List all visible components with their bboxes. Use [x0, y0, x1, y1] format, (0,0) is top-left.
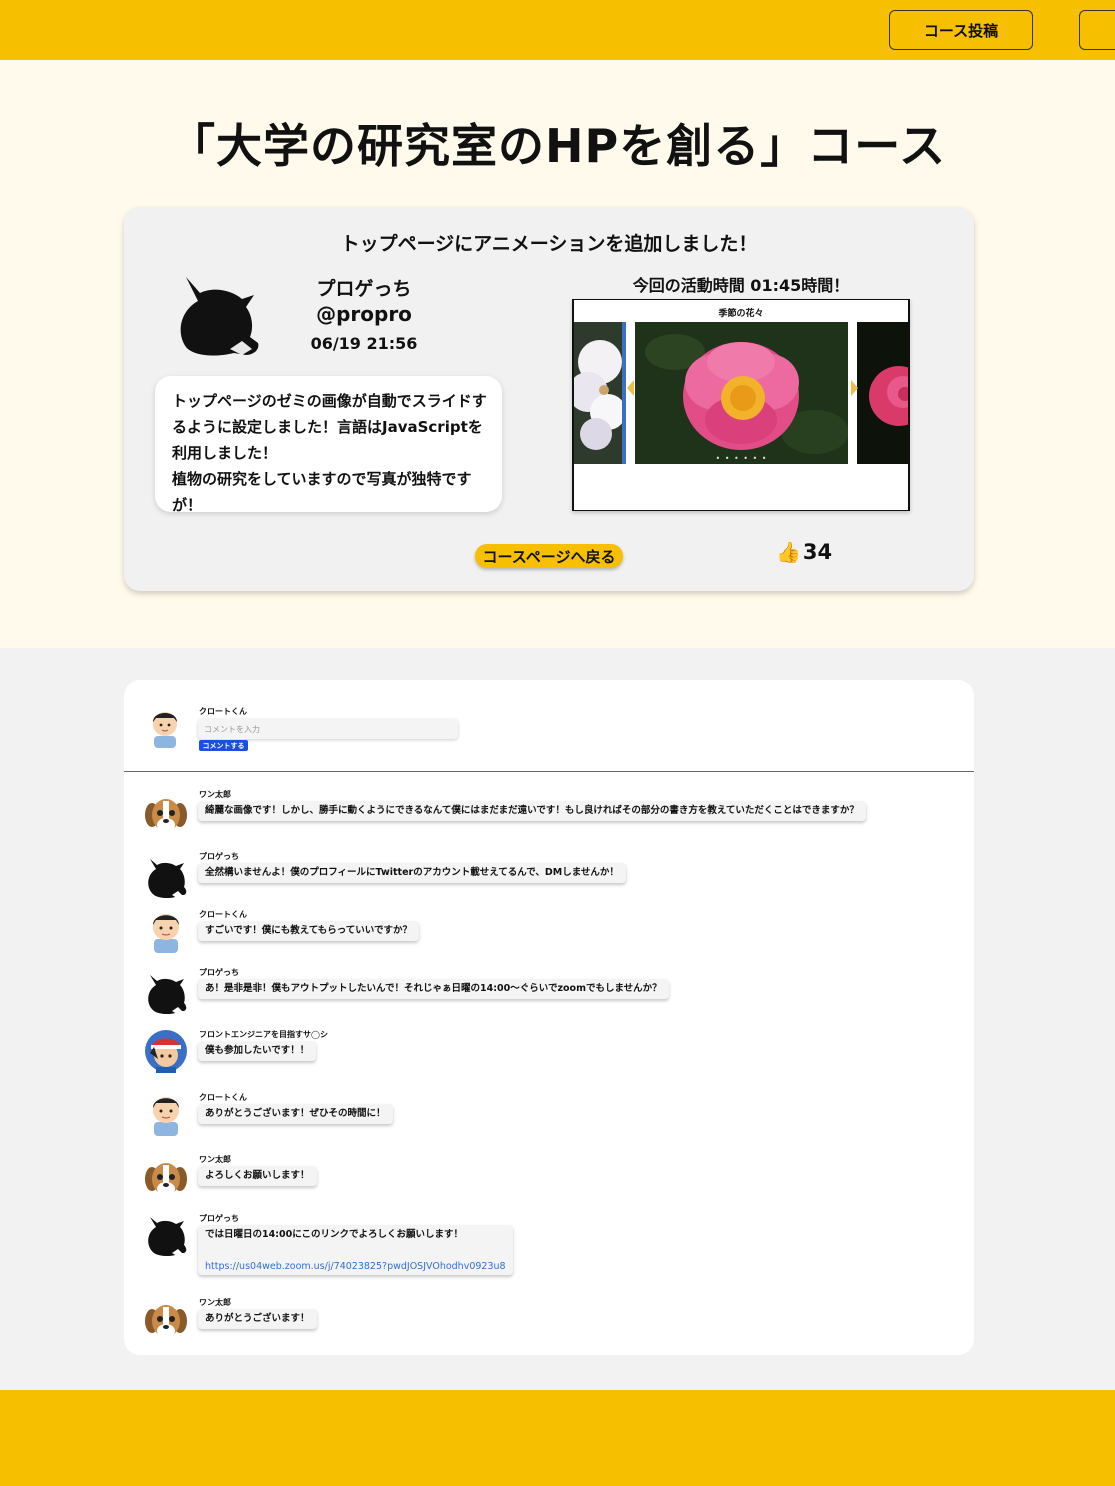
post-body: トップページのゼミの画像が自動でスライドす るように設定しました！言語はJava… [155, 376, 502, 514]
dog-avatar-icon [145, 799, 187, 832]
post-body-line: 利用しました！ [172, 444, 278, 462]
comment-author: クロートくん [199, 1093, 247, 1102]
comment-text-line: では日曜日の14:00にこのリンクでよろしくお願いします！ [205, 1229, 464, 1240]
slide-white-flower [574, 322, 626, 464]
thumbs-up-icon: 👍 [776, 540, 801, 564]
activity-time: 今回の活動時間 01:45時間！ [632, 276, 850, 295]
comment-text: よろしくお願いします！ [198, 1166, 317, 1186]
course-title: 「大学の研究室のHPを創る」コース [169, 119, 946, 173]
slider-dots[interactable]: • • • • • • [635, 454, 848, 463]
comment-author: ワン太郎 [199, 1155, 231, 1164]
cat-avatar-icon [180, 277, 259, 356]
boy-avatar-icon [153, 1097, 179, 1136]
comment-author: フロントエンジニアを目指すサ◯シ [199, 1030, 328, 1039]
slider-next-arrow-icon[interactable] [851, 380, 858, 396]
cat-avatar-icon [148, 1217, 187, 1256]
zoom-link[interactable]: https://us04web.zoom.us/j/74023825?pwdJO… [205, 1260, 506, 1274]
comment-text: ありがとうございます！ぜひその時間に！ [198, 1104, 393, 1124]
comment-text: 綺麗な画像です！しかし、勝手に動くようにできるなんて僕にはまだまだ遠いです！もし… [198, 801, 866, 821]
like-count: 34 [802, 540, 833, 564]
comment-input[interactable] [198, 719, 458, 739]
cat-avatar-icon [148, 859, 187, 898]
like-button[interactable]: 👍 34 [776, 540, 832, 564]
dog-avatar-icon [145, 1305, 187, 1338]
compose-divider [124, 771, 974, 772]
comment-author: ワン太郎 [199, 1298, 231, 1307]
boy-avatar-icon [153, 914, 179, 953]
cat-avatar-icon [148, 975, 187, 1014]
post-date: 06/19 21:56 [310, 334, 418, 353]
post-card: トップページにアニメーションを追加しました！ プロゲっち @propro 06/… [124, 207, 974, 591]
comment-text: では日曜日の14:00にこのリンクでよろしくお願いします！ https://us… [198, 1225, 513, 1275]
slide-pink-peony [635, 322, 848, 464]
post-body-line: るように設定しました！言語はJavaScriptを [172, 418, 483, 436]
image-slider[interactable]: 季節の花々 • • • • • • [572, 299, 910, 511]
post-body-line: トップページのゼミの画像が自動でスライドす [172, 392, 487, 410]
boy-avatar-icon [153, 712, 177, 748]
comments-card: クロートくん コメントする ワン太郎 綺麗な画像です！しかし、勝手に動くようにで… [124, 680, 974, 1355]
submit-comment-button[interactable]: コメントする [199, 740, 248, 751]
back-to-course-button[interactable]: コースページへ戻る [475, 544, 623, 568]
comment-author: プロゲっち [199, 1214, 239, 1223]
compose-user-name: クロートくん [199, 707, 247, 716]
header-button[interactable] [1079, 10, 1115, 50]
top-header: コース投稿 [0, 0, 1115, 60]
comment-author: ワン太郎 [199, 790, 231, 799]
post-headline: トップページにアニメーションを追加しました！ [340, 233, 758, 255]
comment-author: プロゲっち [199, 968, 239, 977]
post-body-line: 植物の研究をしていますので写真が独特ですが！ [172, 470, 472, 514]
slider-prev-arrow-icon[interactable] [627, 380, 634, 396]
comment-author: プロゲっち [199, 852, 239, 861]
cap-boy-avatar-icon [145, 1030, 187, 1073]
slider-title: 季節の花々 [718, 309, 764, 319]
author-name[interactable]: プロゲっち [274, 274, 454, 301]
comment-text: 僕も参加したいです！！ [198, 1041, 317, 1061]
comment-text: あ！是非是非！僕もアウトプットしたいんで！それじゃぁ日曜の14:00〜ぐらいでz… [198, 979, 669, 999]
comment-text: 全然構いませんよ！僕のプロフィールにTwitterのアカウント載せえてるんで、D… [198, 863, 626, 883]
comment-author: クロートくん [199, 910, 247, 919]
slide-pink-rose [857, 322, 908, 464]
footer [0, 1390, 1115, 1486]
author-handle: @propro [316, 302, 412, 326]
comment-text: ありがとうございます！ [198, 1309, 317, 1329]
post-course-button[interactable]: コース投稿 [889, 10, 1033, 50]
dog-avatar-icon [145, 1163, 187, 1196]
comment-text: すごいです！僕にも教えてもらっていいですか？ [198, 921, 420, 941]
